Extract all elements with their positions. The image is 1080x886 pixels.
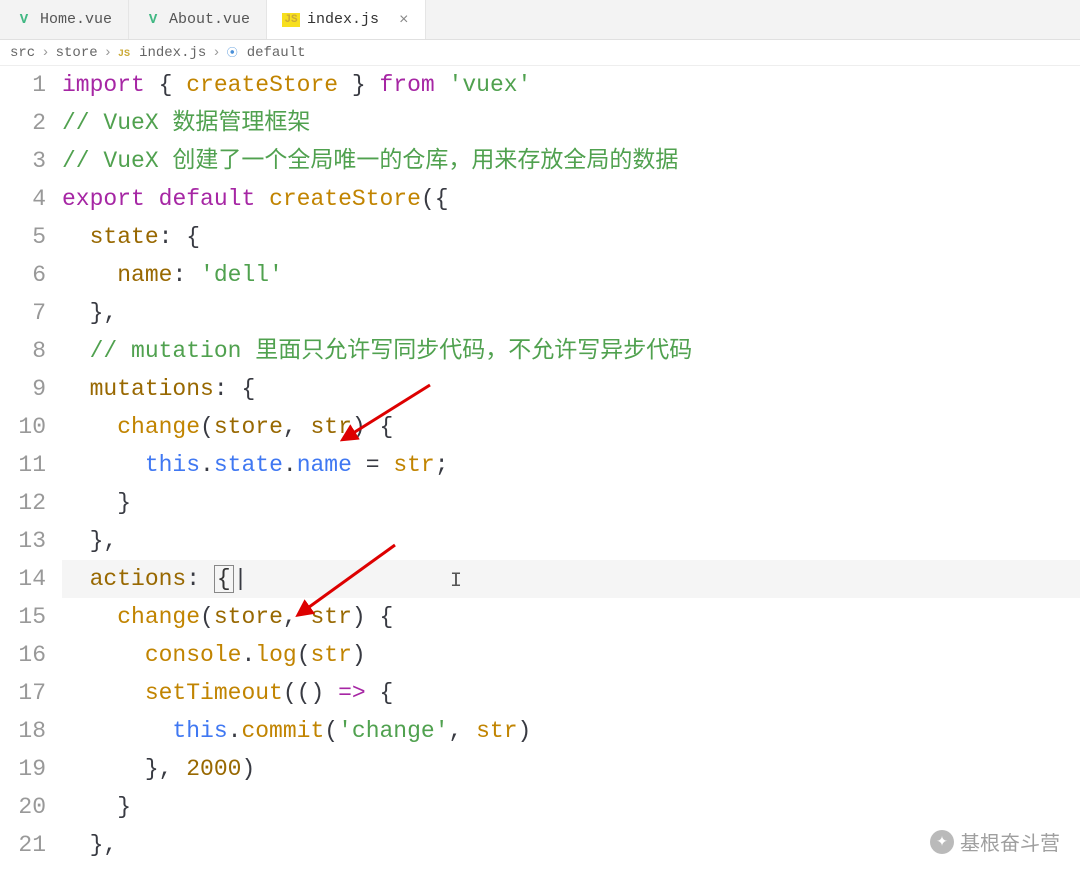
code-line[interactable]: }, <box>62 522 1080 560</box>
code-line[interactable]: } <box>62 484 1080 522</box>
code-line[interactable]: this.state.name = str; <box>62 446 1080 484</box>
tabs-bar: Home.vue About.vue index.js × <box>0 0 1080 40</box>
code-line[interactable]: name: 'dell' <box>62 256 1080 294</box>
tab-label: index.js <box>307 11 379 28</box>
code-line[interactable]: change(store, str) { <box>62 408 1080 446</box>
code-line[interactable]: this.commit('change', str) <box>62 712 1080 750</box>
tab-home-vue[interactable]: Home.vue <box>0 0 129 39</box>
code-line[interactable]: // mutation 里面只允许写同步代码，不允许写异步代码 <box>62 332 1080 370</box>
tab-label: Home.vue <box>40 11 112 28</box>
text-cursor-icon: I <box>450 570 462 593</box>
js-icon <box>118 45 133 61</box>
code-content[interactable]: import { createStore } from 'vuex'// Vue… <box>62 66 1080 864</box>
code-line[interactable]: setTimeout(() => { <box>62 674 1080 712</box>
chevron-right-icon: › <box>104 45 112 61</box>
vue-icon <box>16 12 32 28</box>
breadcrumb-part[interactable]: store <box>56 45 98 61</box>
code-line[interactable]: }, 2000) <box>62 750 1080 788</box>
code-line[interactable]: // VueX 数据管理框架 <box>62 104 1080 142</box>
code-line[interactable]: }, <box>62 294 1080 332</box>
watermark-text: 基根奋斗营 <box>960 827 1060 856</box>
breadcrumb-part[interactable]: src <box>10 45 35 61</box>
chevron-right-icon: › <box>212 45 220 61</box>
tab-about-vue[interactable]: About.vue <box>129 0 267 39</box>
vue-icon <box>145 12 161 28</box>
code-line[interactable]: actions: {| <box>62 560 1080 598</box>
line-numbers: 123456789101112131415161718192021 <box>0 66 62 864</box>
code-line[interactable]: // VueX 创建了一个全局唯一的仓库，用来存放全局的数据 <box>62 142 1080 180</box>
breadcrumb-part[interactable]: index.js <box>139 45 206 61</box>
code-line[interactable]: import { createStore } from 'vuex' <box>62 66 1080 104</box>
tab-label: About.vue <box>169 11 250 28</box>
breadcrumb: src › store › index.js › default <box>0 40 1080 66</box>
code-editor[interactable]: 123456789101112131415161718192021 import… <box>0 66 1080 864</box>
close-icon[interactable]: × <box>399 11 409 29</box>
wechat-icon: ✦ <box>930 830 954 854</box>
code-line[interactable]: change(store, str) { <box>62 598 1080 636</box>
code-line[interactable]: }, <box>62 826 1080 864</box>
code-line[interactable]: state: { <box>62 218 1080 256</box>
code-line[interactable]: mutations: { <box>62 370 1080 408</box>
tab-index-js[interactable]: index.js × <box>267 0 426 39</box>
code-line[interactable]: export default createStore({ <box>62 180 1080 218</box>
chevron-right-icon: › <box>41 45 49 61</box>
watermark: ✦ 基根奋斗营 <box>930 827 1060 856</box>
js-icon <box>283 12 299 28</box>
code-line[interactable]: } <box>62 788 1080 826</box>
symbol-icon <box>227 44 241 61</box>
code-line[interactable]: console.log(str) <box>62 636 1080 674</box>
breadcrumb-part[interactable]: default <box>247 45 306 61</box>
